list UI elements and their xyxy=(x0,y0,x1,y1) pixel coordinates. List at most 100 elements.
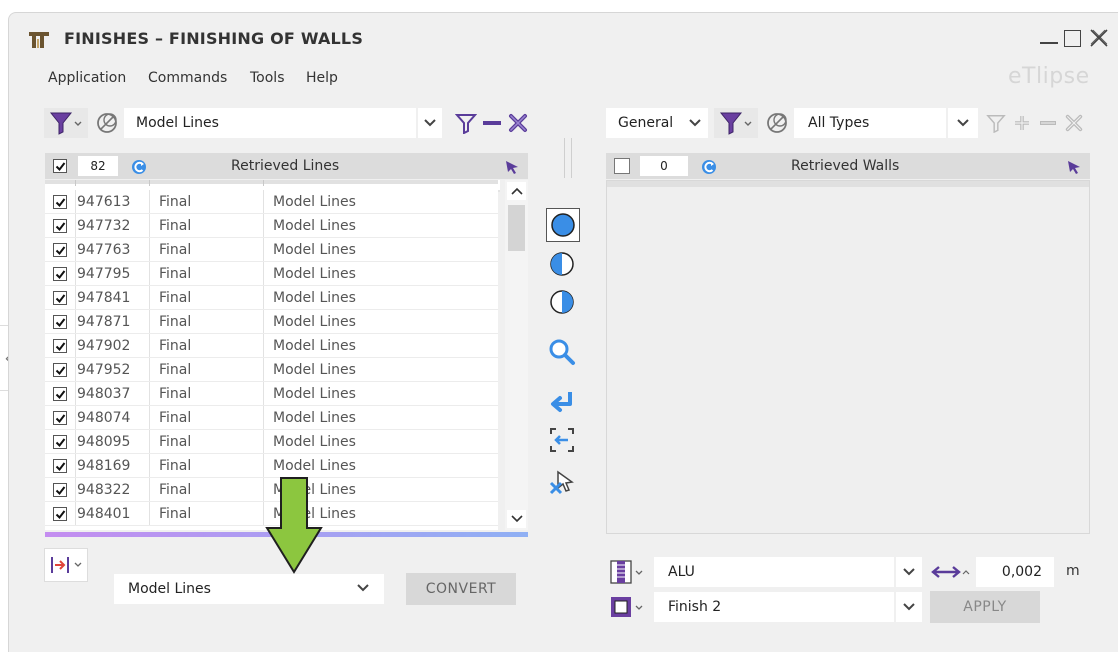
row-status: Final xyxy=(159,242,192,258)
row-category: Model Lines xyxy=(273,242,356,258)
retrieved-walls-list[interactable] xyxy=(606,180,1090,534)
row-id: 947902 xyxy=(77,338,131,354)
right-type-select[interactable]: All Types xyxy=(794,108,946,138)
row-category: Model Lines xyxy=(273,266,356,282)
close-button[interactable] xyxy=(1088,27,1110,54)
right-exclude-toggle-button[interactable] xyxy=(764,110,790,136)
list-item[interactable]: 948074 Final Model Lines xyxy=(45,406,498,430)
material-options-button[interactable] xyxy=(606,557,648,587)
half-circle-right-icon xyxy=(550,290,574,314)
right-clear-filter-button[interactable] xyxy=(1062,110,1086,136)
menu-tools[interactable]: Tools xyxy=(250,70,285,86)
list-item[interactable]: 947763 Final Model Lines xyxy=(45,238,498,262)
list-item[interactable]: 948169 Final Model Lines xyxy=(45,454,498,478)
maximize-button[interactable] xyxy=(1064,30,1081,47)
list-item[interactable]: 947871 Final Model Lines xyxy=(45,310,498,334)
row-checkbox[interactable] xyxy=(53,219,67,233)
right-add-filter-button[interactable] xyxy=(1010,110,1034,136)
thickness-toggle-button[interactable] xyxy=(928,559,972,585)
mode-dropdown-button[interactable] xyxy=(682,108,708,138)
left-half-circle-button[interactable] xyxy=(546,248,578,280)
list-item[interactable]: 947732 Final Model Lines xyxy=(45,214,498,238)
return-button[interactable] xyxy=(546,386,578,418)
left-select-all-checkbox[interactable] xyxy=(53,159,67,173)
list-item[interactable]: 947902 Final Model Lines xyxy=(45,334,498,358)
scroll-down-button[interactable] xyxy=(507,510,526,528)
right-remove-filter-button[interactable] xyxy=(1036,110,1060,136)
minus-icon xyxy=(483,121,501,125)
list-item[interactable]: 947613 Final Model Lines xyxy=(45,190,498,214)
scroll-up-button[interactable] xyxy=(507,182,526,200)
circle-full-icon xyxy=(551,213,575,237)
convert-button[interactable]: CONVERT xyxy=(406,573,516,605)
row-checkbox[interactable] xyxy=(53,363,67,377)
remove-filter-button[interactable] xyxy=(480,110,504,136)
filter-icon xyxy=(986,115,1006,133)
material-dropdown-button[interactable] xyxy=(896,557,922,587)
full-circle-button[interactable] xyxy=(546,208,580,242)
refresh-icon xyxy=(132,160,146,174)
list-item[interactable]: 947841 Final Model Lines xyxy=(45,286,498,310)
transfer-button[interactable] xyxy=(546,424,578,456)
left-category-select[interactable]: Model Lines xyxy=(124,108,416,138)
deselect-button[interactable] xyxy=(546,466,578,498)
row-checkbox[interactable] xyxy=(53,411,67,425)
row-checkbox[interactable] xyxy=(53,291,67,305)
material-select[interactable]: ALU xyxy=(654,557,894,587)
left-refresh-button[interactable] xyxy=(128,156,150,178)
minimize-button[interactable] xyxy=(1040,30,1058,44)
row-status: Final xyxy=(159,362,192,378)
apply-button[interactable]: APPLY xyxy=(930,591,1040,623)
row-checkbox[interactable] xyxy=(53,339,67,353)
menu-commands[interactable]: Commands xyxy=(148,70,227,86)
row-checkbox[interactable] xyxy=(53,387,67,401)
list-item[interactable]: 948037 Final Model Lines xyxy=(45,382,498,406)
row-checkbox[interactable] xyxy=(53,483,67,497)
apply-filter-button[interactable] xyxy=(454,110,478,136)
exclude-toggle-button[interactable] xyxy=(94,110,120,136)
row-id: 948322 xyxy=(77,482,131,498)
menu-application[interactable]: Application xyxy=(48,70,126,86)
right-refresh-button[interactable] xyxy=(698,156,720,178)
finish-options-button[interactable] xyxy=(606,592,648,622)
row-checkbox[interactable] xyxy=(53,243,67,257)
scroll-thumb[interactable] xyxy=(508,205,525,251)
right-apply-filter-button[interactable] xyxy=(984,110,1008,136)
row-checkbox[interactable] xyxy=(53,267,67,281)
row-checkbox[interactable] xyxy=(53,459,67,473)
right-select-in-model-button[interactable] xyxy=(1062,156,1086,178)
filter-dropdown-button[interactable] xyxy=(44,108,88,138)
clear-filter-button[interactable] xyxy=(506,110,530,136)
chevron-down-icon xyxy=(903,568,915,576)
thickness-input[interactable]: 0,002 xyxy=(976,557,1054,587)
right-half-circle-button[interactable] xyxy=(546,286,578,318)
row-checkbox[interactable] xyxy=(53,195,67,209)
row-id: 948095 xyxy=(77,434,131,450)
row-category: Model Lines xyxy=(273,410,356,426)
finish-select[interactable]: Finish 2 xyxy=(654,592,894,622)
right-type-dropdown-button[interactable] xyxy=(948,108,978,138)
row-id: 947732 xyxy=(77,218,131,234)
convert-options-button[interactable] xyxy=(44,548,88,582)
list-item[interactable]: 947952 Final Model Lines xyxy=(45,358,498,382)
chevron-down-icon xyxy=(957,119,969,127)
checkmark-icon xyxy=(55,341,65,351)
list-item[interactable]: 947795 Final Model Lines xyxy=(45,262,498,286)
intersect-circles-icon xyxy=(97,113,117,133)
left-select-in-model-button[interactable] xyxy=(500,156,524,178)
left-category-dropdown-button[interactable] xyxy=(418,108,442,138)
left-list-scrollbar[interactable] xyxy=(505,180,528,530)
right-filter-dropdown-button[interactable] xyxy=(714,108,758,138)
convert-target-select[interactable]: Model Lines xyxy=(114,574,384,604)
list-item[interactable]: 948095 Final Model Lines xyxy=(45,430,498,454)
row-checkbox[interactable] xyxy=(53,435,67,449)
finish-dropdown-button[interactable] xyxy=(896,592,922,622)
zoom-button[interactable] xyxy=(546,336,578,368)
mode-select[interactable]: General xyxy=(606,108,682,138)
row-checkbox[interactable] xyxy=(53,507,67,521)
right-select-all-checkbox[interactable] xyxy=(614,158,630,174)
menu-help[interactable]: Help xyxy=(306,70,338,86)
wall-layers-icon xyxy=(610,560,643,584)
checkmark-icon xyxy=(55,485,65,495)
row-checkbox[interactable] xyxy=(53,315,67,329)
